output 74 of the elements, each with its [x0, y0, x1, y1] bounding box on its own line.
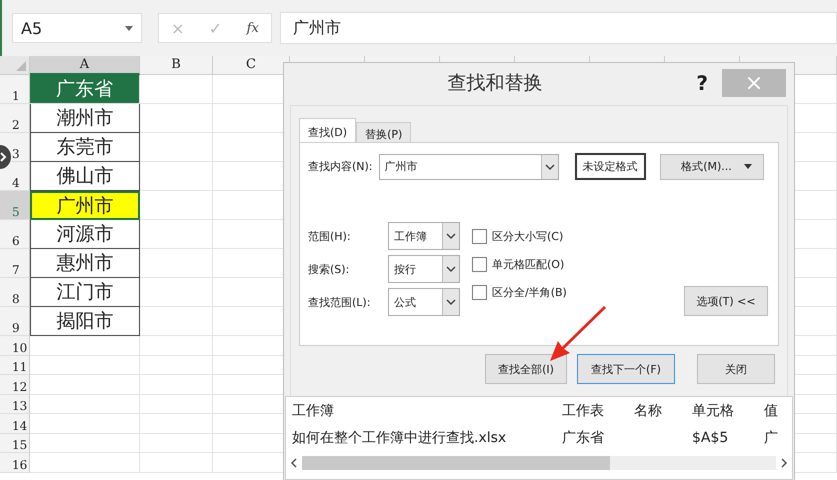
column-header[interactable]: B — [140, 56, 213, 75]
table-cell: 揭阳市 — [30, 307, 140, 336]
table-cell: 广州市 — [30, 191, 140, 220]
scroll-left-icon[interactable] — [290, 458, 298, 468]
format-button[interactable]: 格式(M)... — [660, 154, 764, 180]
tab[interactable]: 替换(P) — [356, 122, 412, 142]
dropdown[interactable]: 按行 — [388, 255, 460, 283]
table-cell: 如何在整个工作簿中进行查找.xlsx — [292, 430, 506, 446]
scroll-right-icon[interactable] — [780, 458, 788, 468]
column-header[interactable]: C — [213, 56, 290, 75]
table-cell: $A$5 — [692, 430, 728, 446]
row-header[interactable]: 4 — [0, 162, 30, 191]
tab[interactable]: 查找(D) — [299, 118, 356, 142]
table-cell: 河源市 — [30, 220, 140, 249]
corner-triangle-icon — [16, 61, 26, 71]
format-preview: 未设定格式 — [574, 153, 646, 180]
checkbox[interactable] — [472, 256, 487, 272]
column-header[interactable]: 值 — [764, 402, 792, 420]
checkbox[interactable] — [472, 228, 487, 244]
field-label: 搜索(S): — [308, 262, 350, 276]
row-header[interactable]: 13 — [0, 394, 30, 414]
table-cell: 广东省 — [562, 430, 604, 446]
result-row[interactable]: 如何在整个工作簿中进行查找.xlsx 广东省 $A$5 广 — [286, 424, 792, 451]
column-header[interactable]: 工作表 — [562, 402, 634, 420]
row-header[interactable]: 14 — [0, 414, 30, 434]
row-header[interactable]: 1 — [0, 75, 30, 104]
dropdown-icon — [125, 26, 133, 30]
dropdown[interactable]: 工作簿 — [388, 222, 460, 250]
field-label: 查找范围(L): — [308, 294, 372, 310]
dropdown-icon — [744, 164, 752, 169]
row-header[interactable]: 7 — [0, 249, 30, 278]
dropdown[interactable]: 公式 — [388, 288, 460, 316]
formula-input[interactable]: 广州市 — [280, 12, 837, 44]
column-header[interactable]: 单元格 — [692, 402, 764, 420]
row-header[interactable]: 10 — [0, 336, 30, 356]
column-header[interactable]: 工作簿 — [292, 402, 562, 420]
dialog-title: 查找和替换 — [446, 71, 544, 96]
row-header[interactable]: 16 — [0, 453, 30, 472]
table-cell: 广东省 — [30, 75, 140, 104]
field-label: 查找内容(N): — [308, 159, 373, 174]
dropdown-icon — [446, 233, 456, 239]
checkbox[interactable] — [472, 284, 487, 300]
table-cell: 潮州市 — [30, 104, 140, 133]
row-header[interactable]: 15 — [0, 434, 30, 453]
options-button[interactable]: 选项(T) << — [684, 286, 768, 316]
table-cell: 东莞市 — [30, 133, 140, 162]
table-cell: 江门市 — [30, 278, 140, 307]
row-header[interactable]: 12 — [0, 375, 30, 394]
dialog-button[interactable]: 查找全部(I) — [485, 354, 567, 384]
pointer-arrow — [548, 303, 608, 363]
table-cell: 广 — [764, 430, 778, 446]
dialog-button[interactable]: 关闭 — [697, 354, 775, 384]
table-cell: 惠州市 — [30, 249, 140, 278]
row-header[interactable]: 2 — [0, 104, 30, 133]
row-header[interactable]: 8 — [0, 278, 30, 307]
dropdown-icon — [446, 299, 456, 305]
name-box[interactable]: A5 — [12, 13, 142, 43]
row-header[interactable]: 9 — [0, 307, 30, 336]
row-header[interactable]: 11 — [0, 356, 30, 375]
find-what-field[interactable]: 广州市 — [378, 154, 559, 180]
side-panel-menu[interactable] — [0, 145, 11, 169]
dropdown-icon — [544, 164, 555, 170]
help-button[interactable]: ? — [696, 71, 708, 95]
dropdown-icon — [446, 266, 456, 272]
column-header[interactable]: A — [30, 56, 140, 75]
dialog-button[interactable]: 查找下一个(F) — [577, 354, 675, 384]
field-label: 范围(H): — [308, 228, 352, 244]
checkbox-label: 单元格匹配(O) — [492, 256, 564, 272]
insert-function-button[interactable]: fx — [246, 20, 259, 36]
checkbox-label: 区分全/半角(B) — [492, 284, 567, 300]
row-header[interactable]: 5 — [0, 191, 30, 220]
checkbox-label: 区分大小写(C) — [492, 228, 564, 244]
row-header[interactable]: 6 — [0, 220, 30, 249]
column-header[interactable]: 名称 — [634, 402, 692, 420]
